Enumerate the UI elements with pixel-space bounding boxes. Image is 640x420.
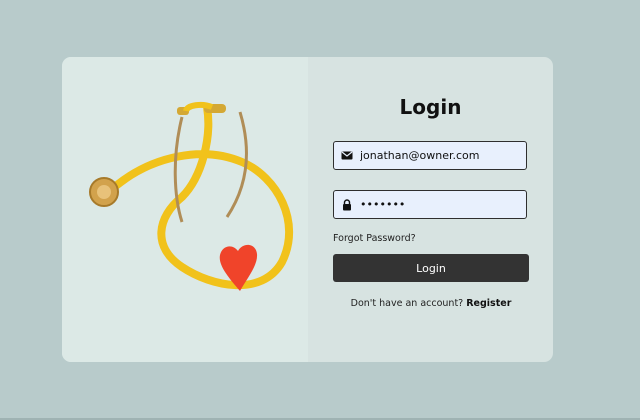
email-field[interactable] [333,141,527,170]
envelope-icon [340,149,354,163]
stethoscope-heart-illustration [89,101,294,291]
lock-icon [340,198,354,212]
page-title: Login [399,95,462,119]
stethoscope-heart-image [62,57,308,362]
register-link[interactable]: Register [466,298,511,309]
email-input[interactable] [360,149,520,162]
register-prompt-text: Don't have an account? [350,298,467,309]
login-card: Login Forgot [62,57,553,362]
password-field[interactable] [333,190,527,219]
login-form-panel: Login Forgot [308,57,553,362]
forgot-password-link[interactable]: Forgot Password? [333,233,416,244]
password-input[interactable] [360,198,520,211]
login-page: Login Forgot [0,0,640,420]
login-button[interactable]: Login [333,254,529,282]
register-prompt: Don't have an account? Register [333,298,529,309]
